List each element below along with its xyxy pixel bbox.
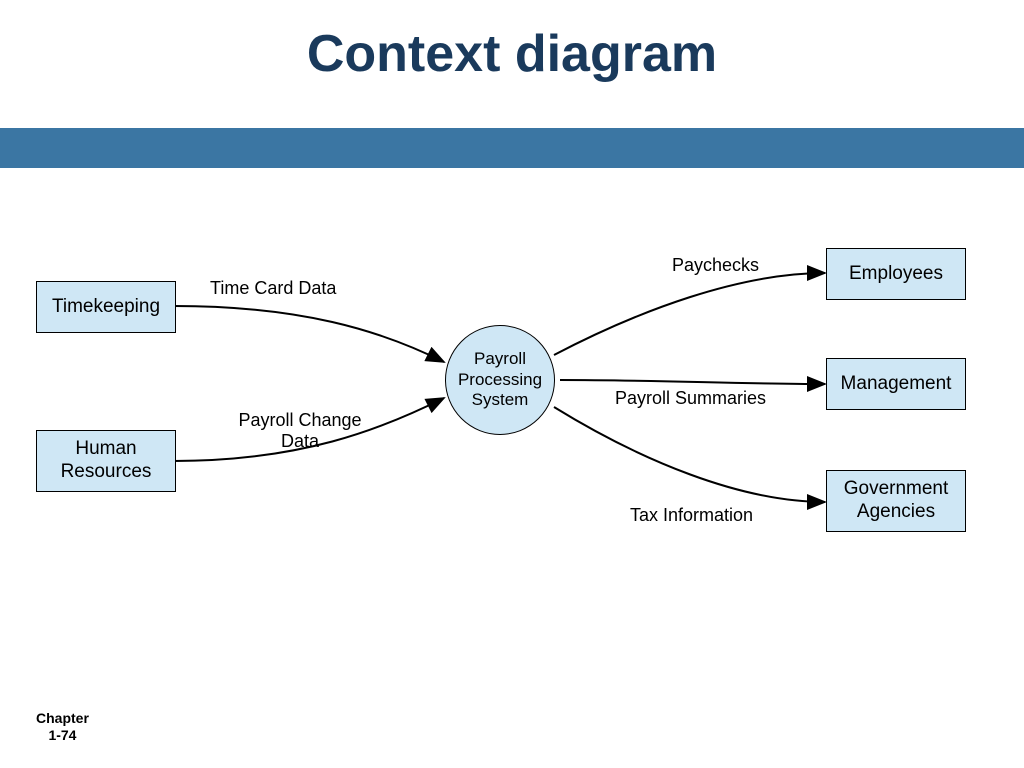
process-label: Payroll Processing System <box>446 349 554 410</box>
entity-employees: Employees <box>826 248 966 300</box>
footer-line2: 1-74 <box>36 727 89 744</box>
entity-label: Timekeeping <box>52 296 160 319</box>
entity-label: Employees <box>849 263 943 286</box>
entity-label: Management <box>841 373 952 396</box>
flow-label-paychecks: Paychecks <box>672 255 759 276</box>
footer-line1: Chapter <box>36 710 89 727</box>
flow-label-time-card-data: Time Card Data <box>210 278 336 299</box>
entity-label: Human Resources <box>41 438 171 484</box>
footer-chapter: Chapter 1-74 <box>36 710 89 744</box>
entity-management: Management <box>826 358 966 410</box>
entity-human-resources: Human Resources <box>36 430 176 492</box>
context-diagram: Timekeeping Human Resources Payroll Proc… <box>0 170 1024 690</box>
page-title: Context diagram <box>0 0 1024 84</box>
flow-label-payroll-change-data: Payroll Change Data <box>220 410 380 452</box>
flow-label-payroll-summaries: Payroll Summaries <box>615 388 766 409</box>
entity-label: Government Agencies <box>831 478 961 524</box>
entity-timekeeping: Timekeeping <box>36 281 176 333</box>
process-payroll-system: Payroll Processing System <box>445 325 555 435</box>
flow-label-tax-information: Tax Information <box>630 505 753 526</box>
accent-bar <box>0 128 1024 168</box>
entity-government-agencies: Government Agencies <box>826 470 966 532</box>
